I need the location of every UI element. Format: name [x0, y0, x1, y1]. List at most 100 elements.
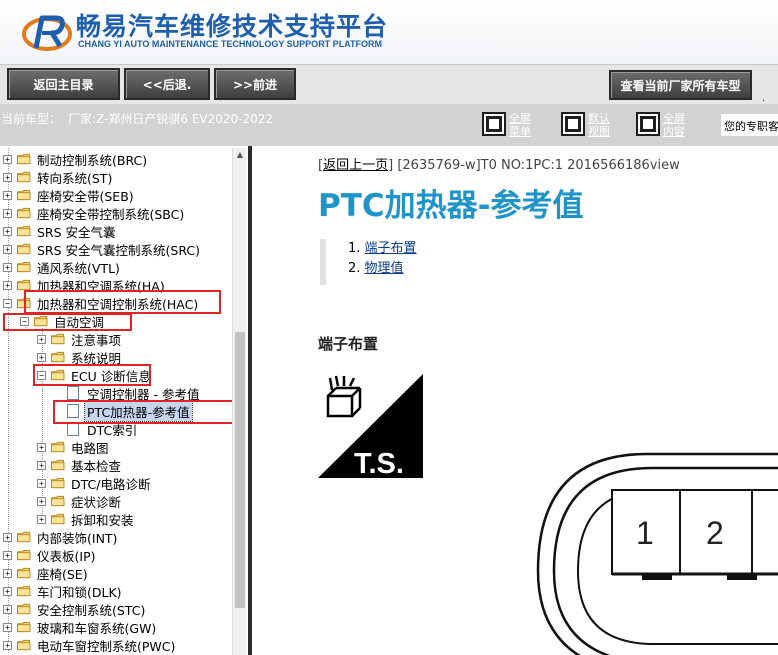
expand-icon[interactable]: +	[3, 154, 12, 164]
vehicle-info-bar: 当前车型： 厂家:Z-郑州日产锐骐6 EV2020-2022 全屏菜单 默认视图…	[0, 104, 778, 146]
fullscreen-content-button[interactable]: 全屏内容	[636, 112, 689, 138]
tree-item-label: 电路图	[71, 440, 109, 456]
tree-item[interactable]: + DTC/电路诊断	[37, 474, 152, 492]
tree-item[interactable]: + 电路图	[37, 438, 111, 456]
tree-item[interactable]: + 注意事项	[37, 330, 123, 348]
expand-icon[interactable]: +	[3, 190, 12, 200]
document-icon	[67, 422, 79, 436]
folder-icon	[51, 459, 65, 471]
tree-item-label: 仪表板(IP)	[37, 548, 96, 564]
folder-icon	[17, 639, 31, 651]
expand-icon[interactable]: +	[3, 262, 12, 272]
toc-number: 2.	[348, 261, 361, 276]
tree-item[interactable]: + 安全控制系统(STC)	[3, 600, 147, 618]
tree-item-label: SRS 安全气囊	[37, 224, 116, 240]
toolbar-mark: .	[762, 93, 766, 104]
tree-item-label: 座椅(SE)	[37, 566, 88, 582]
tree-item[interactable]: + 拆卸和安装	[37, 510, 136, 528]
expand-icon[interactable]: +	[3, 640, 12, 650]
customer-service-notice: 您的专职客服	[721, 114, 778, 136]
tree-item[interactable]: + 电动车窗控制系统(PWC)	[3, 636, 177, 654]
toc-item: 2. 物理值	[348, 259, 417, 279]
window-layout-icon	[482, 112, 506, 136]
current-model-label: 当前车型：	[1, 112, 62, 126]
fullscreen-menu-label: 全屏菜单	[509, 112, 531, 138]
tree-item[interactable]: + SRS 安全气囊控制系统(SRC)	[3, 240, 202, 258]
document-icon	[67, 386, 79, 400]
tree-item-label: 注意事项	[71, 332, 122, 348]
expand-icon[interactable]: +	[3, 586, 12, 596]
expand-icon[interactable]: +	[3, 244, 12, 254]
tree-item[interactable]: + 座椅安全带(SEB)	[3, 186, 136, 204]
expand-icon[interactable]: +	[3, 208, 12, 218]
expand-icon[interactable]: +	[3, 604, 12, 614]
tree-item[interactable]: + 通风系统(VTL)	[3, 258, 122, 276]
tree-item-label: DTC/电路诊断	[71, 476, 151, 492]
tree-item[interactable]: + 座椅安全带控制系统(SBC)	[3, 204, 186, 222]
tree-item[interactable]: + 制动控制系统(BRC)	[3, 150, 149, 168]
expand-icon[interactable]: +	[37, 334, 46, 344]
back-button[interactable]: <<后退.	[124, 68, 210, 100]
view-all-models-button[interactable]: 查看当前厂家所有车型	[609, 70, 752, 100]
app-window: 畅易汽车维修技术支持平台 CHANG YI AUTO MAINTENANCE T…	[0, 0, 778, 655]
default-view-button[interactable]: 默认视图	[561, 112, 614, 138]
folder-icon	[17, 567, 31, 579]
expand-icon[interactable]: +	[3, 532, 12, 542]
expand-icon[interactable]: +	[3, 568, 12, 578]
document-reference: [返回上一页] [2635769-w]T0 NO:1PC:1 201656618…	[318, 158, 680, 173]
tree-item-label: 通风系统(VTL)	[37, 260, 120, 276]
table-of-contents: 1. 端子布置 2. 物理值	[320, 239, 417, 285]
expand-icon[interactable]: +	[37, 460, 46, 470]
navigation-tree: + 制动控制系统(BRC) + 转向系统(ST) + 座椅安全带(SEB) + 座椅安全带控制…	[0, 148, 248, 655]
back-to-main-button[interactable]: 返回主目录	[7, 68, 120, 100]
expand-icon[interactable]: +	[37, 442, 46, 452]
tree-item[interactable]: + 内部装饰(INT)	[3, 528, 119, 546]
tree-item-label: 玻璃和车窗系统(GW)	[37, 620, 157, 636]
folder-icon	[17, 153, 31, 165]
back-link[interactable]: 返回上一页	[323, 158, 388, 173]
tree-item[interactable]: + 座椅(SE)	[3, 564, 90, 582]
expand-icon[interactable]: +	[37, 496, 46, 506]
toc-link-terminal-layout[interactable]: 端子布置	[365, 241, 417, 256]
tree-item[interactable]: + 玻璃和车窗系统(GW)	[3, 618, 158, 636]
scroll-up-arrow-icon[interactable]: ▲	[233, 148, 247, 162]
highlight-box	[3, 313, 132, 331]
forward-button[interactable]: >>前进	[214, 68, 296, 100]
folder-icon	[51, 441, 65, 453]
window-layout-icon	[636, 112, 660, 136]
folder-icon	[51, 477, 65, 489]
tree-item[interactable]: + 症状诊断	[37, 492, 123, 510]
expand-icon[interactable]: +	[37, 514, 46, 524]
expand-icon[interactable]: +	[37, 478, 46, 488]
expand-icon[interactable]: +	[3, 280, 12, 290]
tree-item-label: 内部装饰(INT)	[37, 530, 118, 546]
expand-icon[interactable]: +	[3, 622, 12, 632]
tree-item[interactable]: + 车门和锁(DLK)	[3, 582, 124, 600]
expand-icon[interactable]: +	[3, 550, 12, 560]
folder-icon	[17, 531, 31, 543]
tree-item-label: 座椅安全带(SEB)	[37, 188, 134, 204]
tree-item[interactable]: + 仪表板(IP)	[3, 546, 97, 564]
expand-icon[interactable]: +	[37, 352, 46, 362]
tree-item-label: 安全控制系统(STC)	[37, 602, 146, 618]
terminal-side-label: T.S.	[354, 448, 404, 480]
tree-item[interactable]: + 基本检查	[37, 456, 123, 474]
default-view-label: 默认视图	[588, 112, 610, 138]
expand-icon[interactable]: +	[3, 172, 12, 182]
folder-icon	[17, 207, 31, 219]
brand-title: 畅易汽车维修技术支持平台	[76, 12, 389, 41]
folder-icon	[51, 513, 65, 525]
tree-item-label: 座椅安全带控制系统(SBC)	[37, 206, 185, 222]
tree-scrollbar[interactable]: ▲	[232, 148, 246, 655]
tree-item-label: 拆卸和安装	[71, 512, 134, 528]
fullscreen-menu-button[interactable]: 全屏菜单	[482, 112, 535, 138]
header-banner: 畅易汽车维修技术支持平台 CHANG YI AUTO MAINTENANCE T…	[0, 0, 778, 64]
collapse-icon[interactable]: −	[3, 298, 12, 308]
folder-icon	[17, 585, 31, 597]
scroll-thumb[interactable]	[235, 332, 245, 608]
section-heading: 端子布置	[318, 335, 379, 353]
tree-item[interactable]: + SRS 安全气囊	[3, 222, 118, 240]
expand-icon[interactable]: +	[3, 226, 12, 236]
toc-link-physical-values[interactable]: 物理值	[365, 261, 404, 276]
tree-item[interactable]: + 转向系统(ST)	[3, 168, 114, 186]
